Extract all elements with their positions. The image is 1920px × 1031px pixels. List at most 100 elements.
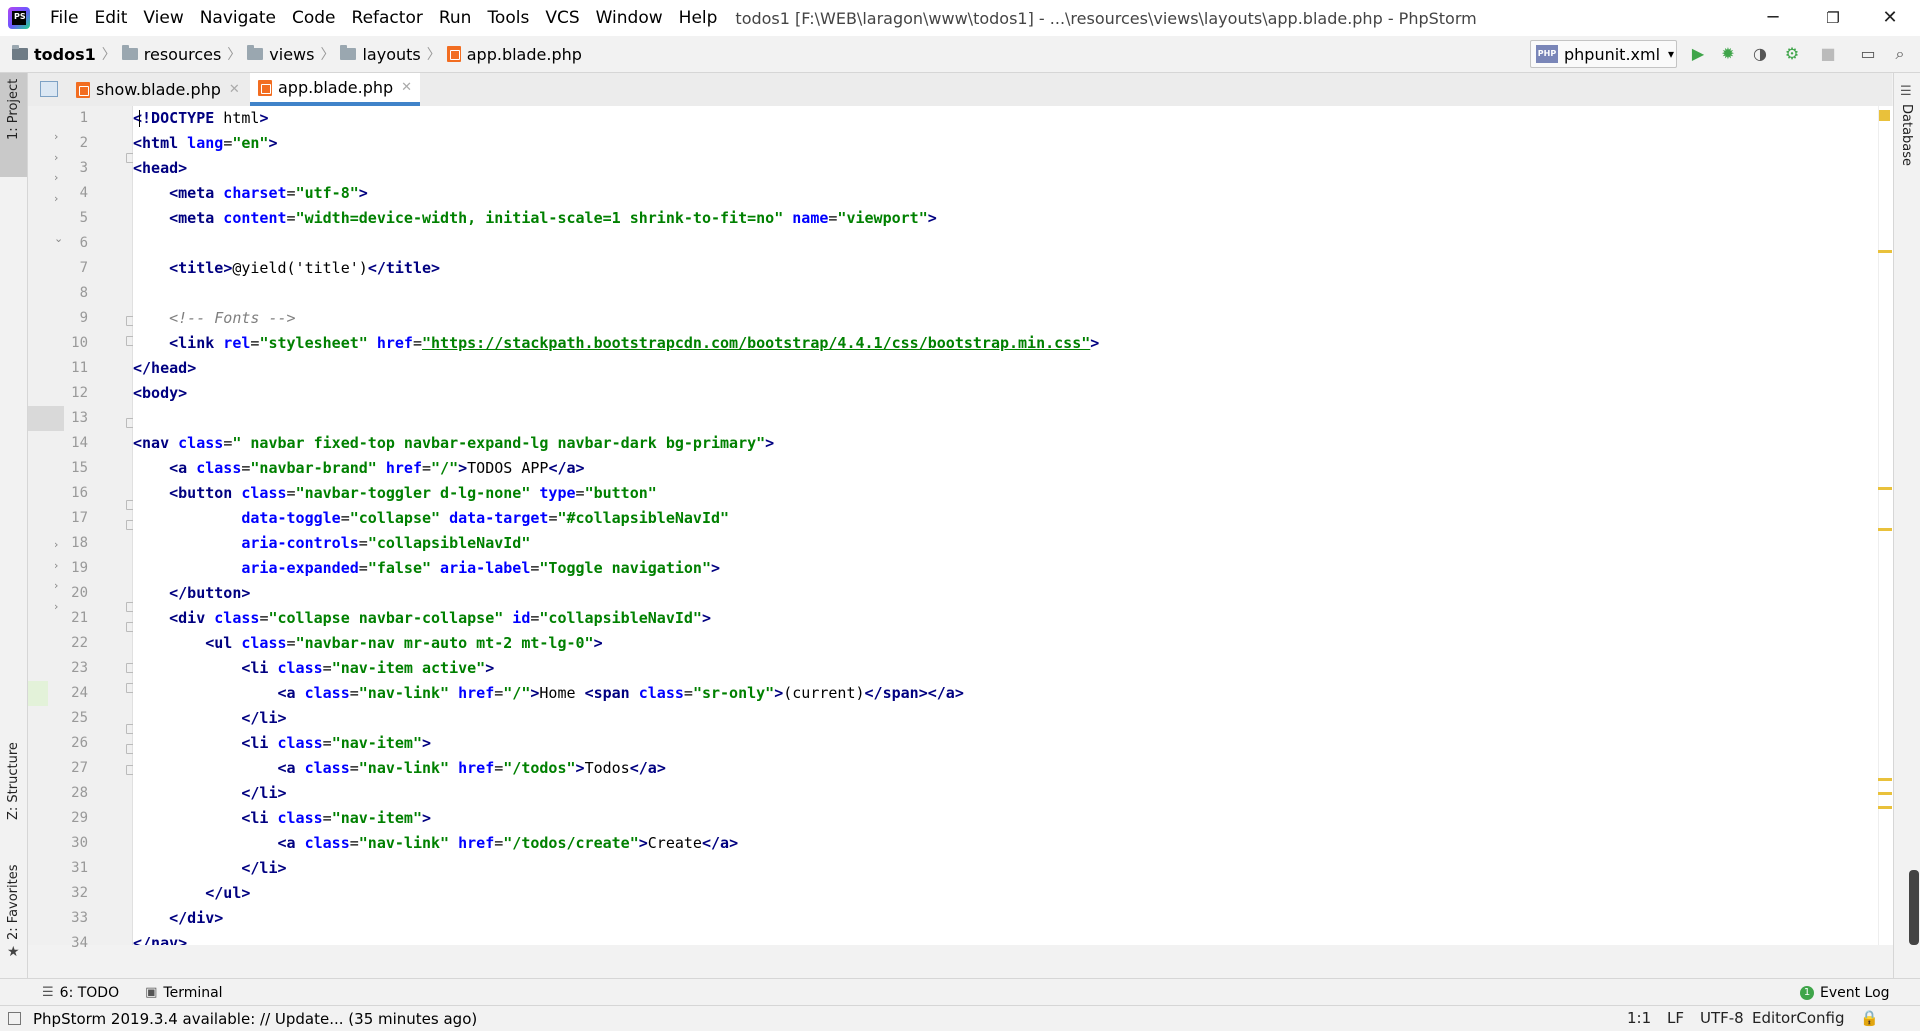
line-number: 21 bbox=[71, 610, 88, 626]
window-title: todos1 [F:\WEB\laragon\www\todos1] - ...… bbox=[735, 8, 1477, 28]
code-line[interactable]: aria-controls="collapsibleNavId" bbox=[133, 531, 530, 556]
file-encoding[interactable]: UTF-8 bbox=[1700, 1006, 1744, 1031]
code-line[interactable]: <li class="nav-item active"> bbox=[133, 656, 494, 681]
breadcrumb-file[interactable]: app.blade.php bbox=[446, 45, 582, 64]
line-number: 24 bbox=[71, 685, 88, 701]
status-bar: PhpStorm 2019.3.4 available: // Update..… bbox=[0, 1005, 1920, 1031]
minimize-button[interactable]: ─ bbox=[1745, 0, 1801, 36]
tab-app-blade[interactable]: app.blade.php ✕ bbox=[250, 73, 421, 106]
warning-marker[interactable] bbox=[1878, 487, 1892, 490]
code-line[interactable]: <meta charset="utf-8"> bbox=[133, 181, 368, 206]
line-separator[interactable]: LF bbox=[1667, 1006, 1684, 1031]
code-editor[interactable]: <!DOCTYPE html> <html lang="en"> <head> <m… bbox=[133, 106, 1878, 945]
code-line[interactable]: aria-expanded="false" aria-label="Toggle… bbox=[133, 556, 720, 581]
close-button[interactable]: ✕ bbox=[1862, 0, 1918, 36]
tab-list-icon[interactable] bbox=[40, 81, 58, 97]
tab-show-blade[interactable]: show.blade.php ✕ bbox=[76, 73, 240, 106]
code-line[interactable]: <ul class="navbar-nav mr-auto mt-2 mt-lg… bbox=[133, 631, 602, 656]
event-log-icon: 1 bbox=[1800, 985, 1814, 1000]
code-line[interactable]: </li> bbox=[133, 781, 286, 806]
code-line[interactable]: <a class="nav-link" href="/todos">Todos<… bbox=[133, 756, 666, 781]
warning-marker[interactable] bbox=[1878, 792, 1892, 795]
warning-marker[interactable] bbox=[1878, 250, 1892, 253]
code-line[interactable]: </li> bbox=[133, 706, 286, 731]
maximize-button[interactable]: ❐ bbox=[1805, 0, 1861, 36]
inspection-warning-icon[interactable] bbox=[1879, 110, 1890, 121]
event-log-button[interactable]: Event Log bbox=[1820, 985, 1890, 1001]
code-line[interactable]: <link rel="stylesheet" href="https://sta… bbox=[133, 331, 1099, 356]
code-line[interactable]: <button class="navbar-toggler d-lg-none"… bbox=[133, 481, 657, 506]
code-line[interactable]: </button> bbox=[133, 581, 250, 606]
caret-position[interactable]: 1:1 bbox=[1627, 1006, 1651, 1031]
menu-code[interactable]: Code bbox=[284, 0, 344, 36]
memory-indicator[interactable] bbox=[1909, 870, 1919, 945]
code-line[interactable]: <head> bbox=[133, 156, 187, 181]
code-line[interactable]: <a class="nav-link" href="/">Home <span … bbox=[133, 681, 964, 706]
code-line[interactable]: <div class="collapse navbar-collapse" id… bbox=[133, 606, 711, 631]
code-line[interactable]: <html lang="en"> bbox=[133, 131, 278, 156]
warning-marker[interactable] bbox=[1878, 806, 1892, 809]
code-line[interactable]: <meta content="width=device-width, initi… bbox=[133, 206, 937, 231]
editor-tab-bar: show.blade.php ✕ app.blade.php ✕ bbox=[28, 73, 1892, 107]
close-tab-icon[interactable]: ✕ bbox=[401, 80, 412, 95]
search-icon[interactable]: ⌕ bbox=[1890, 44, 1910, 64]
breadcrumb-resources[interactable]: resources 〉 bbox=[121, 44, 241, 64]
code-line[interactable]: <!DOCTYPE html> bbox=[133, 106, 268, 131]
menu-view[interactable]: View bbox=[135, 0, 191, 36]
code-line[interactable]: <!-- Fonts --> bbox=[133, 306, 295, 331]
warning-marker[interactable] bbox=[1878, 528, 1892, 531]
menu-help[interactable]: Help bbox=[671, 0, 726, 36]
code-line[interactable]: data-toggle="collapse" data-target="#col… bbox=[133, 506, 729, 531]
menu-window[interactable]: Window bbox=[588, 0, 671, 36]
line-number: 1 bbox=[79, 110, 88, 126]
run-icon[interactable]: ▶ bbox=[1688, 44, 1708, 64]
line-number: 30 bbox=[71, 835, 88, 851]
warning-marker[interactable] bbox=[1878, 778, 1892, 781]
code-line[interactable]: </head> bbox=[133, 356, 196, 381]
breadcrumb-label: layouts bbox=[362, 44, 421, 64]
toggle-tool-windows-icon[interactable] bbox=[8, 1012, 21, 1025]
code-line[interactable]: </ul> bbox=[133, 881, 250, 906]
bottom-tool-bar: ☰ 6: TODO ▣ Terminal 1 Event Log bbox=[0, 978, 1920, 1006]
terminal-tool-button[interactable]: Terminal bbox=[163, 985, 222, 1001]
stop-icon[interactable]: ■ bbox=[1818, 44, 1838, 64]
project-structure-icon[interactable]: ▭ bbox=[1858, 44, 1878, 64]
code-line[interactable]: </li> bbox=[133, 856, 286, 881]
code-line[interactable]: <body> bbox=[133, 381, 187, 406]
menu-vcs[interactable]: VCS bbox=[537, 0, 587, 36]
breadcrumb-views[interactable]: views 〉 bbox=[247, 44, 334, 64]
code-line[interactable]: <li class="nav-item"> bbox=[133, 731, 431, 756]
run-configuration-select[interactable]: PHP phpunit.xml ▾ bbox=[1530, 40, 1677, 68]
debug-icon[interactable]: ✹ bbox=[1718, 44, 1738, 64]
project-tool-label[interactable]: 1: Project bbox=[6, 79, 21, 140]
code-line[interactable]: <a class="nav-link" href="/todos/create"… bbox=[133, 831, 739, 856]
lock-icon[interactable]: 🔒 bbox=[1860, 1006, 1879, 1031]
breadcrumb-layouts[interactable]: layouts 〉 bbox=[340, 44, 441, 64]
status-message[interactable]: PhpStorm 2019.3.4 available: // Update..… bbox=[33, 1010, 477, 1028]
editor-config[interactable]: EditorConfig bbox=[1752, 1006, 1845, 1031]
menu-refactor[interactable]: Refactor bbox=[344, 0, 431, 36]
breadcrumb-project[interactable]: todos1 〉 bbox=[12, 44, 116, 64]
code-line[interactable]: </nav> bbox=[133, 931, 187, 945]
menu-run[interactable]: Run bbox=[431, 0, 480, 36]
star-icon: ★ bbox=[7, 944, 20, 960]
structure-tool-label[interactable]: Z: Structure bbox=[6, 742, 21, 820]
close-tab-icon[interactable]: ✕ bbox=[229, 82, 240, 97]
menu-navigate[interactable]: Navigate bbox=[192, 0, 284, 36]
line-number: 34 bbox=[71, 935, 88, 951]
coverage-icon[interactable]: ◑ bbox=[1750, 44, 1770, 64]
database-tool-label[interactable]: Database bbox=[1899, 104, 1914, 166]
editor-scrollbar[interactable] bbox=[1878, 106, 1893, 945]
menu-tools[interactable]: Tools bbox=[479, 0, 537, 36]
code-line[interactable]: <a class="navbar-brand" href="/">TODOS A… bbox=[133, 456, 584, 481]
code-line[interactable]: <nav class=" navbar fixed-top navbar-exp… bbox=[133, 431, 774, 456]
menu-edit[interactable]: Edit bbox=[86, 0, 135, 36]
favorites-tool-label[interactable]: 2: Favorites bbox=[6, 864, 21, 940]
menu-file[interactable]: File bbox=[42, 0, 86, 36]
todo-tool-button[interactable]: 6: TODO bbox=[60, 985, 119, 1001]
code-line[interactable]: <li class="nav-item"> bbox=[133, 806, 431, 831]
code-line[interactable]: <title>@yield('title')</title> bbox=[133, 256, 440, 281]
profile-icon[interactable]: ⚙ bbox=[1782, 44, 1802, 64]
code-line[interactable]: </div> bbox=[133, 906, 223, 931]
line-number: 11 bbox=[71, 360, 88, 376]
